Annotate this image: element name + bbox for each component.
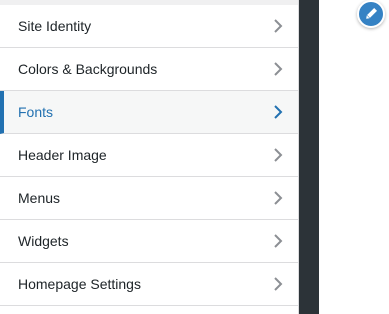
customizer-page: Site Identity Colors & Backgrounds Fonts… (0, 0, 389, 314)
sidebar-item-site-identity[interactable]: Site Identity (0, 5, 298, 48)
chevron-right-icon (272, 18, 284, 34)
edit-shortcut-button[interactable] (357, 0, 385, 28)
chevron-right-icon (272, 147, 284, 163)
sidebar-item-header-image[interactable]: Header Image (0, 134, 298, 177)
sidebar-item-label: Homepage Settings (18, 276, 141, 292)
preview-pane (299, 0, 319, 314)
pencil-icon (364, 7, 378, 21)
chevron-right-icon (272, 104, 284, 120)
customizer-sidebar: Site Identity Colors & Backgrounds Fonts… (0, 0, 299, 314)
chevron-right-icon (272, 61, 284, 77)
sidebar-item-homepage-settings[interactable]: Homepage Settings (0, 263, 298, 306)
sidebar-item-label: Menus (18, 190, 61, 206)
chevron-right-icon (272, 276, 284, 292)
sidebar-item-label: Site Identity (18, 18, 92, 34)
sidebar-item-label: Widgets (18, 233, 69, 249)
sidebar-item-label: Header Image (18, 147, 107, 163)
chevron-right-icon (272, 190, 284, 206)
chevron-right-icon (272, 233, 284, 249)
sidebar-item-menus[interactable]: Menus (0, 177, 298, 220)
sidebar-item-colors-backgrounds[interactable]: Colors & Backgrounds (0, 48, 298, 91)
sidebar-item-label: Fonts (18, 104, 54, 120)
sidebar-item-label: Colors & Backgrounds (18, 61, 158, 77)
sidebar-item-widgets[interactable]: Widgets (0, 220, 298, 263)
sidebar-item-fonts[interactable]: Fonts (0, 91, 298, 134)
